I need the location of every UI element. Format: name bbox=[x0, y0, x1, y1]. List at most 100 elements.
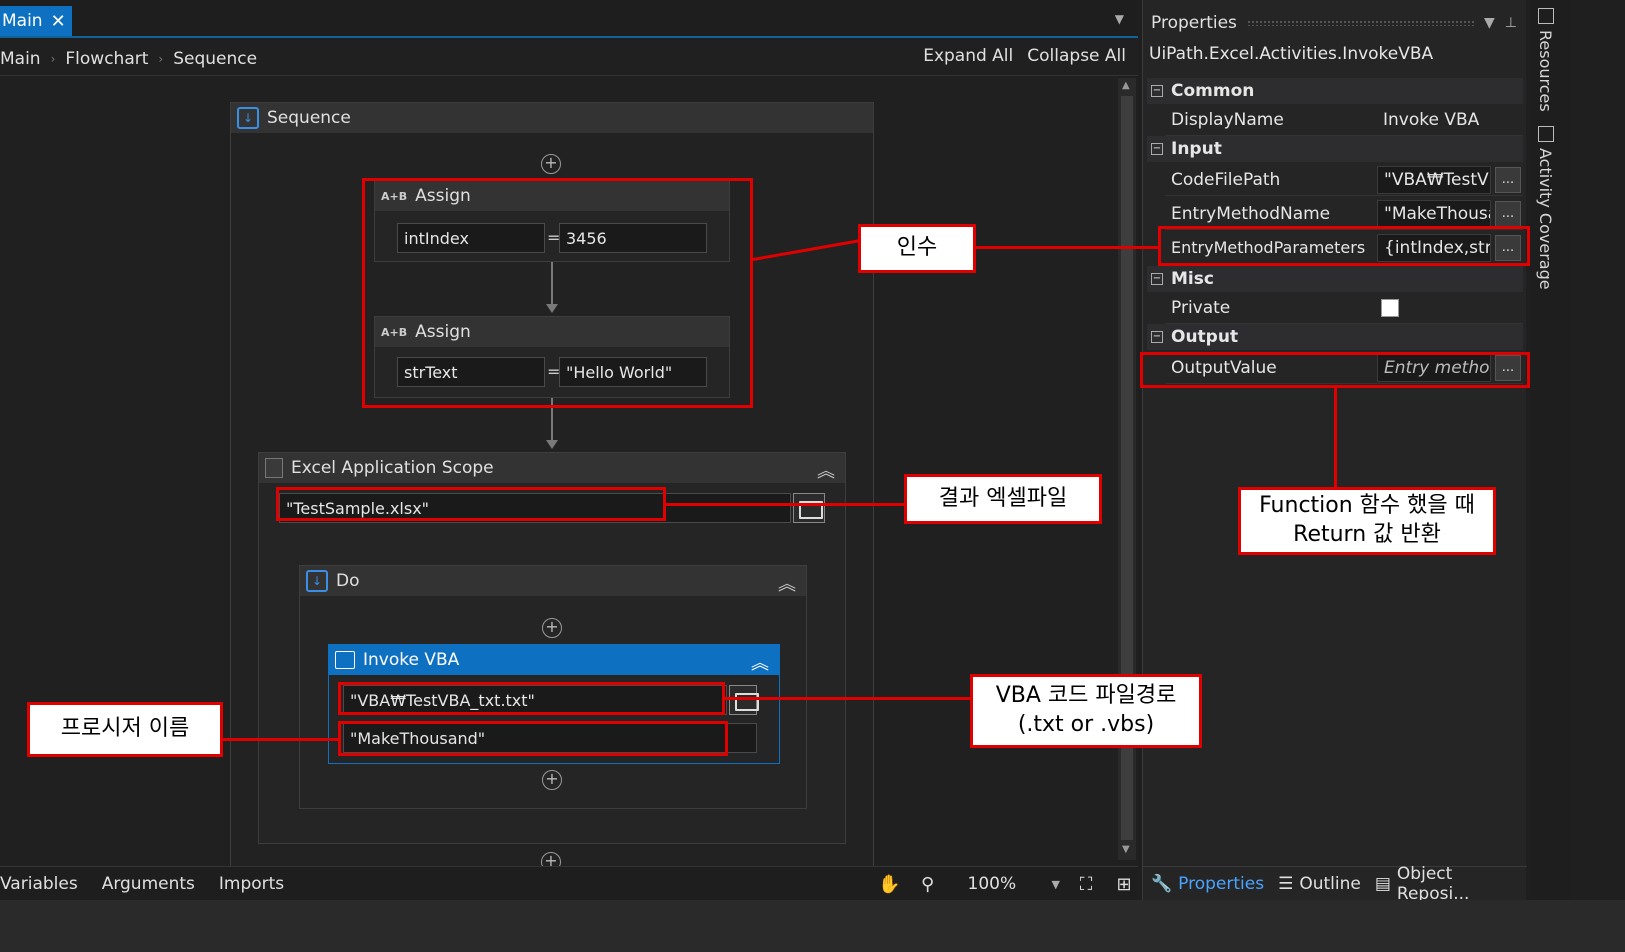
collapse-toggle-icon[interactable]: − bbox=[1151, 143, 1163, 155]
add-activity-icon[interactable]: + bbox=[542, 618, 562, 638]
collapse-all-link[interactable]: Collapse All bbox=[1027, 46, 1126, 66]
properties-bottom-tabs: 🔧 Properties ☰ Outline ▤ Object Reposi..… bbox=[1143, 864, 1527, 904]
connector-arrow bbox=[546, 440, 558, 449]
arguments-tab[interactable]: Arguments bbox=[102, 874, 195, 894]
tab-properties[interactable]: 🔧 Properties bbox=[1151, 874, 1264, 894]
properties-title: Properties bbox=[1151, 13, 1237, 33]
wrench-icon: 🔧 bbox=[1151, 873, 1173, 894]
fit-screen-icon[interactable]: ⛶ bbox=[1074, 872, 1098, 896]
chevron-right-icon: › bbox=[50, 51, 56, 66]
outline-icon: ☰ bbox=[1278, 873, 1294, 894]
property-value[interactable]: Invoke VBA bbox=[1377, 106, 1521, 134]
property-name: DisplayName bbox=[1171, 109, 1284, 130]
imports-tab[interactable]: Imports bbox=[219, 874, 284, 894]
annotation-label-function-return: Function 함수 했을 때 Return 값 반환 bbox=[1238, 487, 1496, 555]
annotation-frame-codepath bbox=[338, 682, 725, 715]
breadcrumb-item-flowchart[interactable]: Flowchart bbox=[65, 49, 148, 69]
designer-bottom-bar: Variables Arguments Imports ✋ ⚲ 100% ▼ ⛶… bbox=[0, 866, 1138, 900]
chevron-down-icon[interactable]: ▼ bbox=[1484, 15, 1495, 31]
zoom-level[interactable]: 100% bbox=[968, 874, 1038, 894]
annotation-frame-assigns bbox=[362, 178, 753, 408]
category-common[interactable]: − Common bbox=[1147, 78, 1523, 104]
annotation-text: VBA 코드 파일경로 bbox=[995, 683, 1177, 709]
excel-scope-header: Excel Application Scope ︽ bbox=[259, 453, 845, 483]
breadcrumb-item-sequence[interactable]: Sequence bbox=[173, 49, 257, 69]
annotation-line bbox=[222, 738, 338, 741]
tab-main[interactable]: Main ✕ bbox=[0, 6, 72, 36]
tab-main-label: Main bbox=[2, 11, 43, 31]
annotation-label-vba-path: VBA 코드 파일경로 (.txt or .vbs) bbox=[970, 674, 1202, 748]
property-name: Private bbox=[1171, 297, 1231, 318]
property-name: CodeFilePath bbox=[1171, 169, 1281, 190]
category-label: Input bbox=[1171, 139, 1222, 159]
property-value[interactable]: "MakeThousa bbox=[1377, 199, 1491, 228]
annotation-text: (.txt or .vbs) bbox=[1017, 712, 1155, 737]
collapse-toggle-icon[interactable]: − bbox=[1151, 273, 1163, 285]
property-row-private[interactable]: Private bbox=[1165, 292, 1523, 324]
tab-label: Object Reposi... bbox=[1396, 863, 1470, 904]
chevron-down-icon[interactable]: ▼ bbox=[1052, 878, 1060, 891]
tab-label: Outline bbox=[1299, 873, 1361, 894]
tab-resources[interactable]: Resources bbox=[1536, 30, 1555, 112]
vba-icon bbox=[335, 651, 355, 669]
close-icon[interactable]: ✕ bbox=[51, 11, 66, 32]
variables-tab[interactable]: Variables bbox=[0, 874, 78, 894]
reset-zoom-icon[interactable]: ⊞ bbox=[1112, 872, 1136, 896]
collapse-icon[interactable]: ︽ bbox=[778, 570, 796, 596]
annotation-text: 프로시저 이름 bbox=[60, 716, 190, 742]
annotation-label-result-file: 결과 엑셀파일 bbox=[904, 474, 1102, 524]
annotation-text: Return 값 반환 bbox=[1293, 522, 1441, 547]
category-label: Output bbox=[1171, 327, 1239, 347]
zoom-controls: ✋ ⚲ 100% ▼ ⛶ ⊞ bbox=[878, 867, 1138, 901]
hand-icon[interactable]: ✋ bbox=[878, 872, 902, 896]
activity-coverage-icon bbox=[1538, 126, 1554, 142]
pin-icon[interactable]: ⊥ bbox=[1505, 15, 1517, 31]
sequence-icon: ↓ bbox=[306, 570, 328, 592]
category-input[interactable]: − Input bbox=[1147, 136, 1523, 162]
add-activity-icon[interactable]: + bbox=[541, 154, 561, 174]
annotation-label-args: 인수 bbox=[858, 224, 976, 273]
folder-icon[interactable] bbox=[793, 493, 825, 523]
annotation-frame-parameters bbox=[1158, 226, 1530, 266]
invoke-vba-header: Invoke VBA ︽ bbox=[329, 645, 779, 675]
excel-icon bbox=[265, 458, 283, 478]
annotation-text: Function 함수 했을 때 bbox=[1259, 493, 1475, 519]
collapse-icon[interactable]: ︽ bbox=[817, 457, 835, 483]
category-misc[interactable]: − Misc bbox=[1147, 266, 1523, 292]
expand-collapse-links: Expand All Collapse All bbox=[923, 46, 1126, 66]
collapse-icon[interactable]: ︽ bbox=[751, 649, 769, 675]
property-row-codefilepath[interactable]: CodeFilePath "VBA₩TestVB ... bbox=[1165, 164, 1523, 196]
annotation-line bbox=[725, 697, 971, 700]
scroll-down-icon[interactable]: ▼ bbox=[1122, 844, 1130, 855]
chevron-down-icon[interactable]: ▼ bbox=[1115, 12, 1124, 26]
ellipsis-button[interactable]: ... bbox=[1495, 166, 1521, 193]
sequence-icon: ↓ bbox=[237, 107, 259, 129]
tab-object-repository[interactable]: ▤ Object Reposi... bbox=[1375, 864, 1521, 904]
private-checkbox[interactable] bbox=[1381, 298, 1399, 317]
annotation-text: 결과 엑셀파일 bbox=[938, 485, 1068, 511]
add-activity-icon[interactable]: + bbox=[541, 852, 561, 866]
property-value[interactable]: "VBA₩TestVB bbox=[1377, 165, 1491, 194]
property-row-displayname[interactable]: DisplayName Invoke VBA bbox=[1165, 104, 1523, 136]
breadcrumb-item-main[interactable]: Main bbox=[0, 49, 41, 69]
collapse-toggle-icon[interactable]: − bbox=[1151, 331, 1163, 343]
ellipsis-button[interactable]: ... bbox=[1495, 200, 1521, 227]
tab-activity-coverage[interactable]: Activity Coverage bbox=[1536, 148, 1555, 290]
repository-icon: ▤ bbox=[1374, 873, 1391, 894]
annotation-line bbox=[976, 246, 1158, 249]
side-tab-strip: Resources Activity Coverage bbox=[1530, 0, 1570, 900]
collapse-toggle-icon[interactable]: − bbox=[1151, 85, 1163, 97]
chevron-right-icon: › bbox=[158, 51, 164, 66]
do-title: Do bbox=[336, 571, 360, 591]
sequence-title: Sequence bbox=[267, 108, 351, 128]
annotation-line bbox=[1334, 388, 1337, 488]
folder-icon[interactable] bbox=[729, 685, 759, 715]
expand-all-link[interactable]: Expand All bbox=[923, 46, 1013, 66]
tab-outline[interactable]: ☰ Outline bbox=[1278, 874, 1361, 894]
annotation-text: 인수 bbox=[896, 235, 938, 261]
category-label: Misc bbox=[1171, 269, 1214, 289]
scroll-up-icon[interactable]: ▲ bbox=[1122, 80, 1130, 91]
magnifier-icon[interactable]: ⚲ bbox=[916, 872, 940, 896]
category-output[interactable]: − Output bbox=[1147, 324, 1523, 350]
add-activity-icon[interactable]: + bbox=[542, 770, 562, 790]
